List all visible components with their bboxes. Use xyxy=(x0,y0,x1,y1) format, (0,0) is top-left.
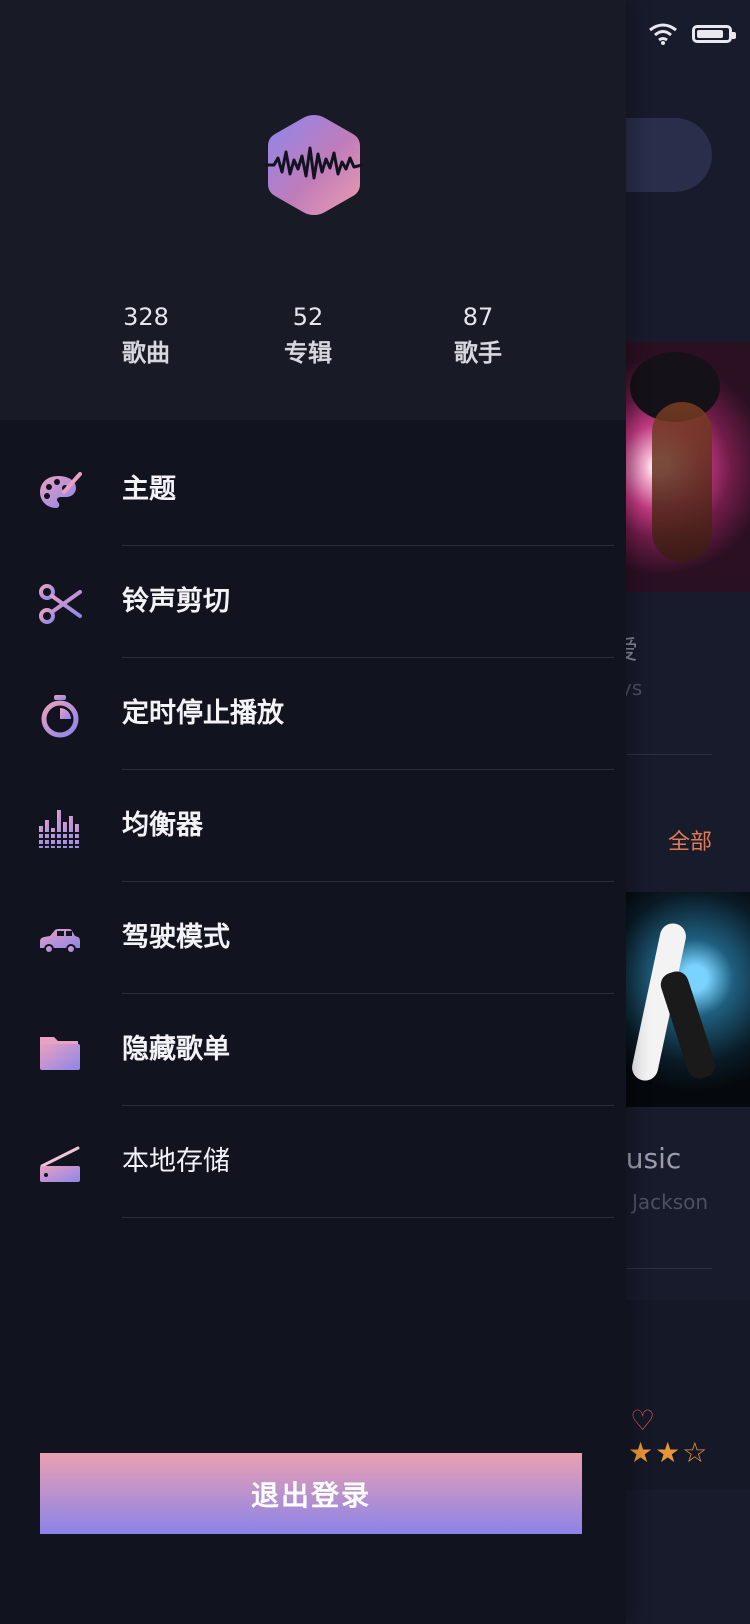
sound-wave-hexagon-icon[interactable] xyxy=(264,112,364,218)
see-all-link[interactable]: 全部 xyxy=(668,824,712,856)
menu-item-label: 本地存储 xyxy=(122,1146,230,1177)
battery-icon xyxy=(692,25,736,43)
side-drawer: 328 歌曲 52 专辑 87 歌手 主题 铃声剪切 定时停止播放 均衡器 驾驶… xyxy=(0,0,626,1624)
wifi-icon xyxy=(649,23,677,45)
stat-label: 歌曲 xyxy=(122,339,170,367)
scissors-icon xyxy=(39,584,82,624)
stat-songs[interactable]: 328 歌曲 xyxy=(86,300,206,372)
menu-item-label: 主题 xyxy=(122,474,176,505)
menu-item-sleep-timer[interactable]: 定时停止播放 xyxy=(0,658,626,770)
menu-item-label: 铃声剪切 xyxy=(122,586,230,617)
library-stats: 328 歌曲 52 专辑 87 歌手 xyxy=(0,300,626,380)
stat-value: 87 xyxy=(462,303,494,331)
menu-item-theme[interactable]: 主题 xyxy=(0,434,626,546)
menu-item-label: 驾驶模式 xyxy=(122,922,230,953)
menu-item-label: 定时停止播放 xyxy=(122,698,284,729)
car-icon xyxy=(40,929,80,954)
menu-item-hidden-playlists[interactable]: 隐藏歌单 xyxy=(0,994,626,1106)
stat-albums[interactable]: 52 专辑 xyxy=(248,300,368,372)
drawer-menu: 主题 铃声剪切 定时停止播放 均衡器 驾驶模式 隐藏歌单 本地存储 xyxy=(0,434,626,1218)
scanner-icon xyxy=(40,1146,80,1182)
album-title-fragment: lusic xyxy=(618,1142,682,1175)
folder-icon xyxy=(40,1037,80,1070)
menu-item-equalizer[interactable]: 均衡器 xyxy=(0,770,626,882)
menu-item-driving-mode[interactable]: 驾驶模式 xyxy=(0,882,626,994)
artist-cover-image[interactable] xyxy=(612,892,750,1107)
equalizer-icon xyxy=(38,810,82,848)
menu-item-ringtone-cutter[interactable]: 铃声剪切 xyxy=(0,546,626,658)
timer-icon xyxy=(41,695,79,738)
artist-name-fragment: Jackson xyxy=(632,1190,709,1214)
menu-item-label: 均衡器 xyxy=(122,810,203,841)
rating-stars: ★★☆ xyxy=(628,1436,710,1469)
drawer-header: 328 歌曲 52 专辑 87 歌手 xyxy=(0,0,626,420)
logout-button[interactable]: 退出登录 xyxy=(40,1453,582,1534)
divider xyxy=(122,1217,614,1218)
heart-icon[interactable]: ♡ xyxy=(630,1404,655,1437)
stat-artists[interactable]: 87 歌手 xyxy=(418,300,538,372)
menu-item-label: 隐藏歌单 xyxy=(122,1034,230,1065)
palette-icon xyxy=(40,472,82,508)
stat-value: 52 xyxy=(292,303,324,331)
stat-label: 歌手 xyxy=(454,339,502,367)
menu-item-local-storage[interactable]: 本地存储 xyxy=(0,1106,626,1218)
status-bar xyxy=(648,22,736,46)
stat-label: 专辑 xyxy=(284,339,332,367)
stat-value: 328 xyxy=(123,303,169,331)
